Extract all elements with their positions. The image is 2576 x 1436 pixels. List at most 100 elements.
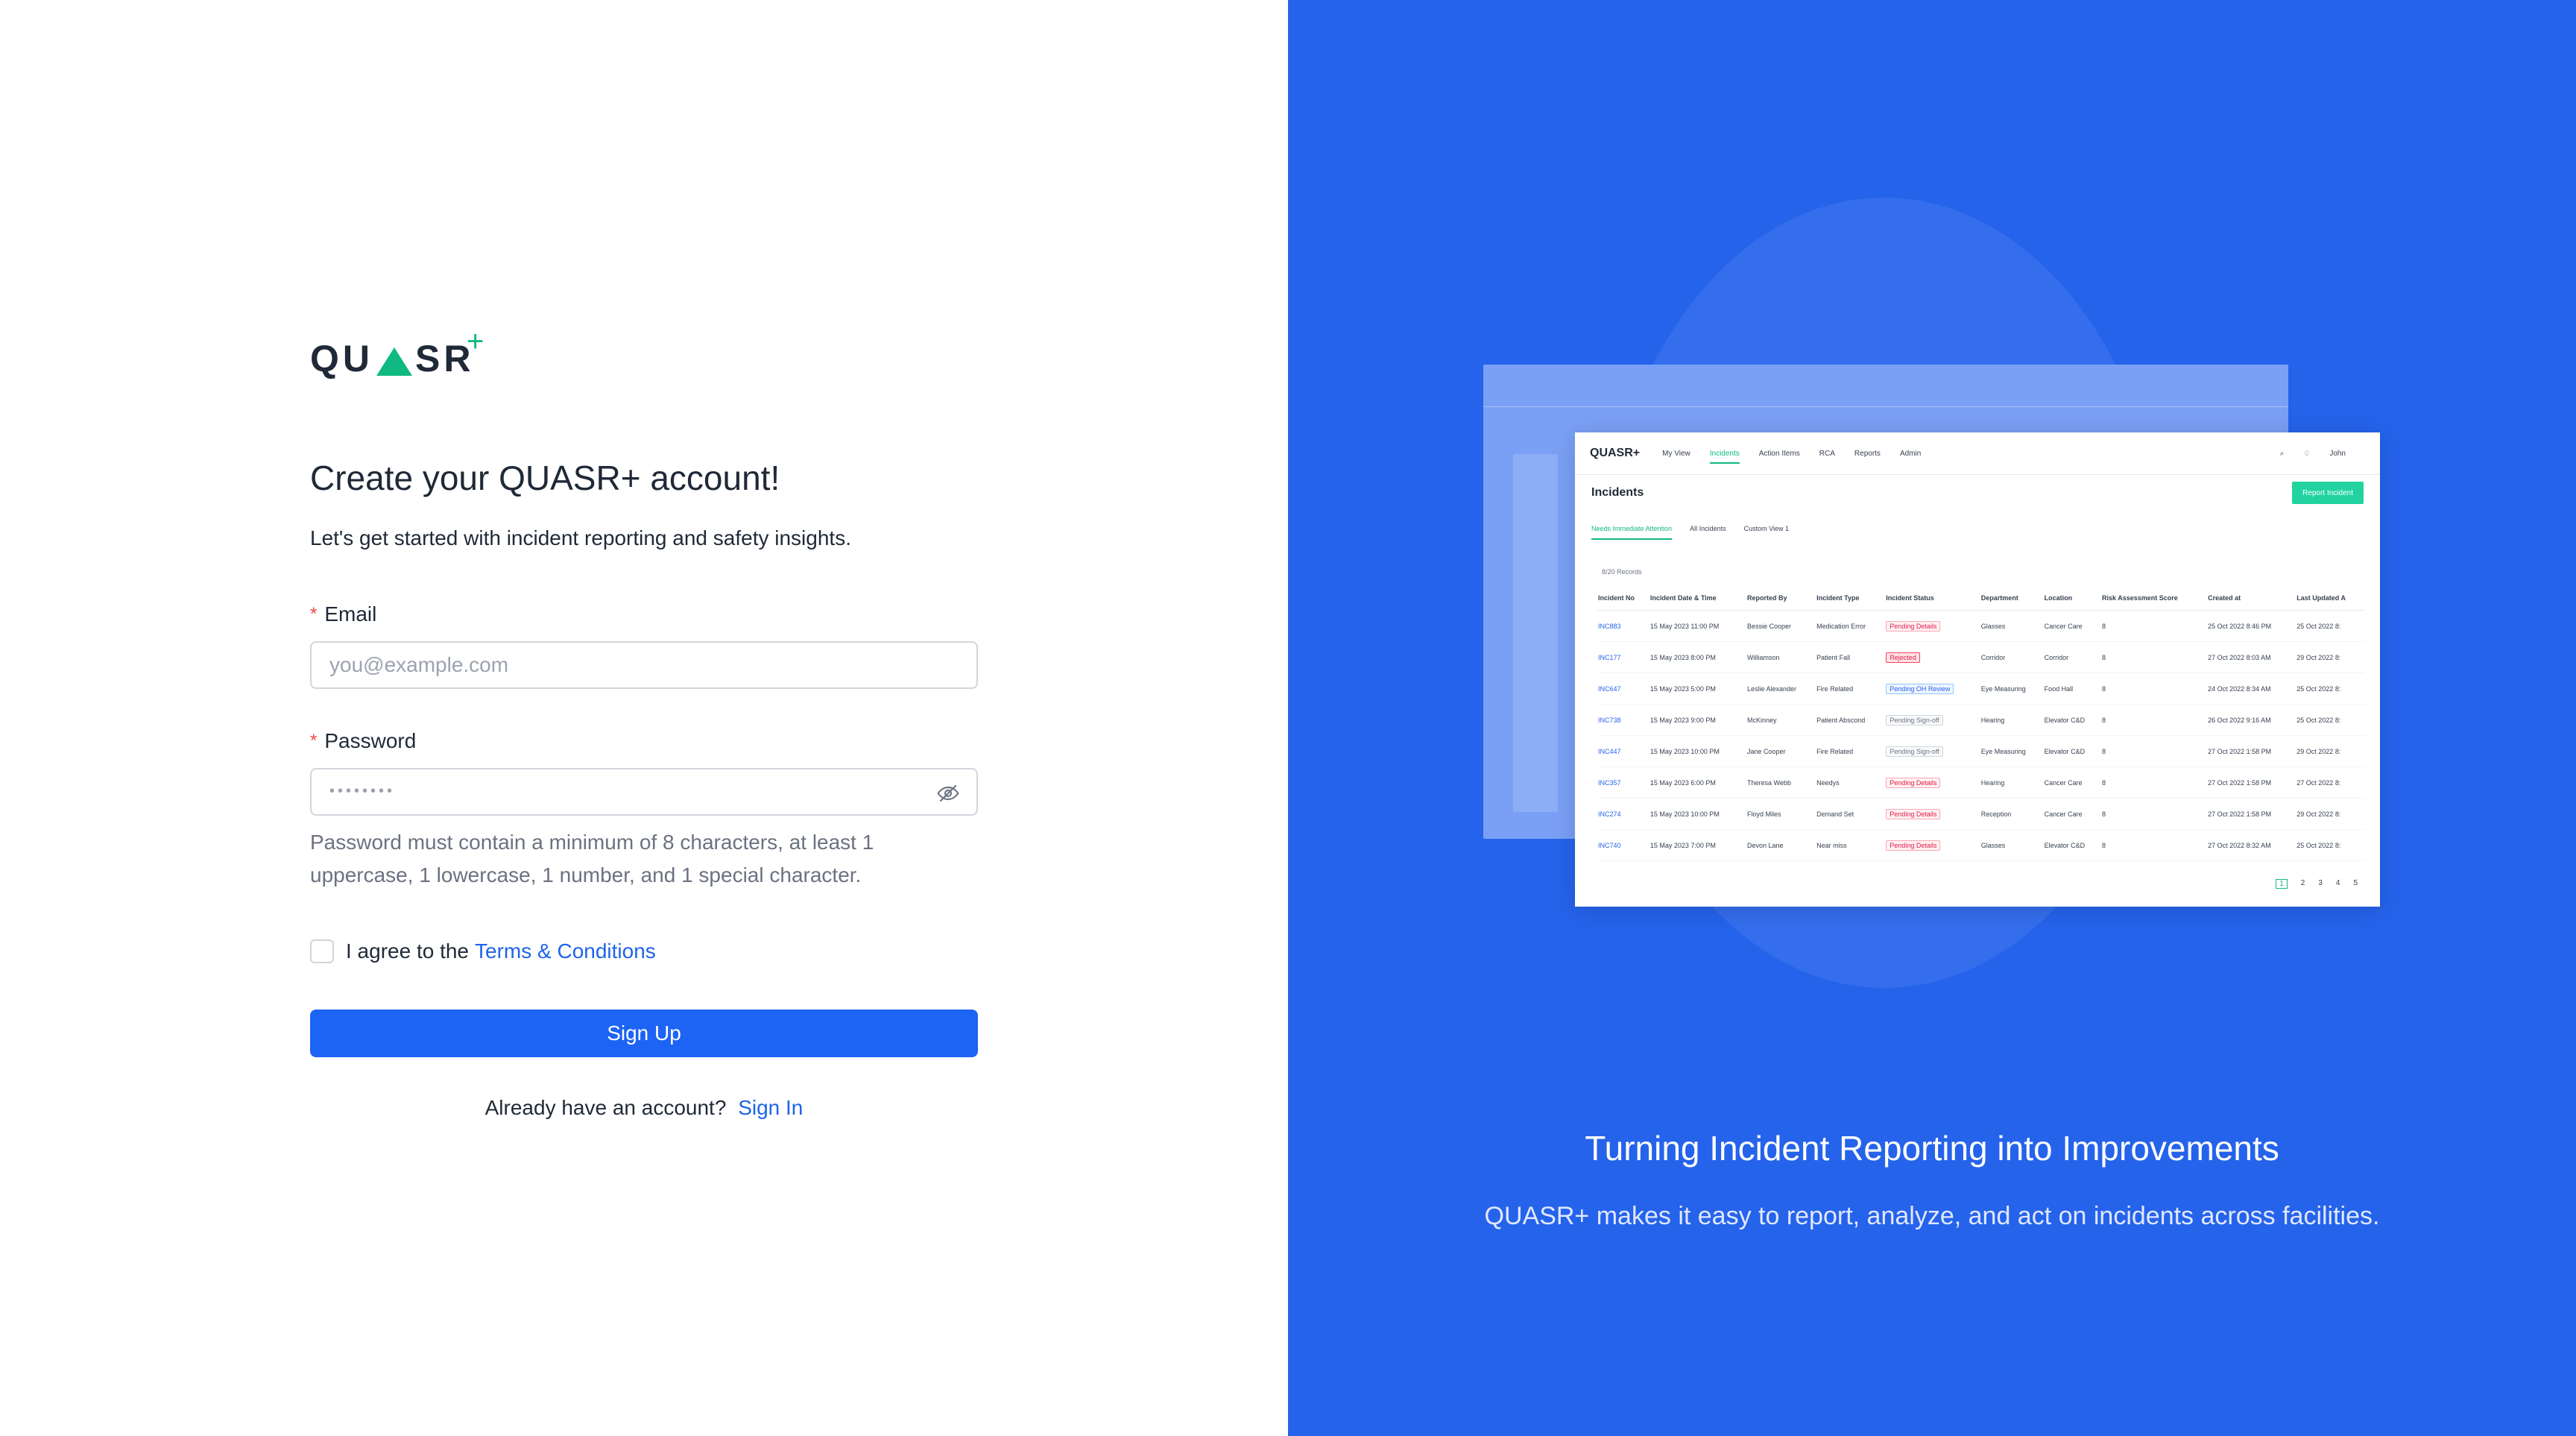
email-field-box	[310, 641, 978, 689]
preview-table-row: INC883 15 May 2023 11:00 PM Bessie Cooper M…	[1597, 610, 2365, 642]
preview-column-header: Incident No	[1597, 586, 1650, 611]
status-badge: Pending Details	[1886, 808, 1941, 819]
password-value: ••••••••	[329, 783, 396, 799]
preview-table-row: INC274 15 May 2023 10:00 PM Floyd Miles Dem…	[1597, 798, 2365, 830]
password-label: * Password	[310, 729, 417, 752]
preview-table-cell: Eye Measuring	[1980, 673, 2044, 705]
preview-column-header: Incident Date & Time	[1649, 586, 1746, 611]
preview-page-number: 3	[2318, 879, 2323, 887]
preview-table-cell: 27 Oct 2022 8:32 AM	[2207, 829, 2296, 861]
preview-table-cell: Fire Related	[1816, 735, 1886, 767]
password-hint: Password must contain a minimum of 8 cha…	[310, 831, 874, 887]
required-mark: *	[310, 731, 318, 751]
status-badge: Pending Details	[1886, 620, 1941, 632]
status-badge: Pending OH Review	[1886, 683, 1954, 694]
preview-table-cell: 25 Oct 2022 8:	[2296, 610, 2365, 642]
preview-table-cell: Patient Fall	[1816, 641, 1886, 673]
logo-triangle-icon	[376, 347, 412, 376]
preview-table-cell: Needys	[1816, 766, 1886, 799]
sign-up-button[interactable]: Sign Up	[310, 1010, 978, 1057]
password-field[interactable]: ••••••••	[310, 768, 978, 816]
preview-table-cell: Theresa Webb	[1746, 766, 1816, 799]
preview-table-cell: 29 Oct 2022 8:	[2296, 798, 2365, 830]
preview-table-cell: 29 Oct 2022 8:	[2296, 641, 2365, 673]
preview-column-header: Last Updated A	[2296, 586, 2365, 611]
eye-off-icon[interactable]	[936, 781, 960, 805]
status-badge: Pending Details	[1886, 777, 1941, 788]
signup-panel: QU SR + Create your QUASR+ account! Let's…	[0, 0, 1288, 1436]
preview-table-cell: INC647	[1597, 673, 1650, 705]
preview-table-cell: 27 Oct 2022 1:58 PM	[2207, 735, 2296, 767]
preview-table-cell: Bessie Cooper	[1746, 610, 1816, 642]
status-badge: Pending Sign-off	[1886, 714, 1943, 725]
preview-table-cell: Fire Related	[1816, 673, 1886, 705]
preview-bell-icon: ♢	[2303, 449, 2311, 458]
preview-table-cell: 27 Oct 2022 1:58 PM	[2207, 798, 2296, 830]
terms-agreement: I agree to the Terms & Conditions	[310, 939, 978, 963]
email-label: * Email	[310, 602, 377, 626]
preview-table-cell: 8	[2101, 610, 2208, 642]
preview-column-header: Created at	[2207, 586, 2296, 611]
preview-table-cell: 15 May 2023 5:00 PM	[1649, 673, 1746, 705]
preview-column-header: Department	[1980, 586, 2044, 611]
preview-table-cell: Eye Measuring	[1980, 735, 2044, 767]
preview-table-row: INC740 15 May 2023 7:00 PM Devon Lane Near …	[1597, 829, 2365, 861]
preview-pagination: 1 2 3 4 5	[2262, 879, 2358, 889]
preview-table-cell: 15 May 2023 6:00 PM	[1649, 766, 1746, 799]
preview-page-number: 1	[2276, 879, 2288, 889]
preview-column-header: Incident Status	[1885, 586, 1980, 611]
status-badge: Rejected	[1886, 652, 1920, 663]
page-subtitle: Let's get started with incident reportin…	[310, 526, 851, 549]
preview-tabs: Needs Immediate Attention All Incidents …	[1591, 525, 1807, 540]
preview-column-header: Incident Type	[1816, 586, 1886, 611]
preview-table-cell: INC738	[1597, 704, 1650, 736]
preview-table-cell: 24 Oct 2022 8:34 AM	[2207, 673, 2296, 705]
preview-table-cell: Glasses	[1980, 829, 2044, 861]
tagline-title: Turning Incident Reporting into Improvem…	[1585, 1129, 2279, 1168]
email-field[interactable]	[312, 643, 976, 687]
sign-in-prompt: Already have an account? Sign In	[484, 1096, 804, 1119]
status-badge: Pending Sign-off	[1886, 746, 1943, 757]
preview-table-cell: 15 May 2023 8:00 PM	[1649, 641, 1746, 673]
preview-table-cell: 27 Oct 2022 1:58 PM	[2207, 766, 2296, 799]
preview-search-icon: ⌕	[2279, 449, 2285, 458]
preview-table-cell: Corridor	[2043, 641, 2102, 673]
preview-table-cell: Food Hall	[2043, 673, 2102, 705]
preview-column-header: Location	[2043, 586, 2102, 611]
preview-table-cell: 8	[2101, 766, 2208, 799]
required-mark: *	[310, 604, 318, 624]
preview-table-cell: 15 May 2023 7:00 PM	[1649, 829, 1746, 861]
preview-table-row: INC447 15 May 2023 10:00 PM Jane Cooper Fir…	[1597, 735, 2365, 767]
preview-table-cell: Near miss	[1816, 829, 1886, 861]
preview-table-cell: 15 May 2023 11:00 PM	[1649, 610, 1746, 642]
preview-report-button: Report Incident	[2292, 482, 2364, 504]
tagline-subtitle: QUASR+ makes it easy to report, analyze,…	[1484, 1202, 2380, 1230]
terms-link[interactable]: Terms & Conditions	[475, 939, 656, 963]
preview-table-row: INC177 15 May 2023 8:00 PM Williamson Patie…	[1597, 641, 2365, 673]
preview-table-cell: 8	[2101, 641, 2208, 673]
sign-in-link[interactable]: Sign In	[738, 1096, 803, 1119]
preview-records: 8/20 Records	[1602, 568, 1642, 576]
preview-table-cell: Cancer Care	[2043, 766, 2102, 799]
preview-table-row: INC738 15 May 2023 9:00 PM McKinney Patient…	[1597, 704, 2365, 736]
preview-column-header: Risk Assessment Score	[2101, 586, 2208, 611]
preview-table-cell: Demand Set	[1816, 798, 1886, 830]
preview-table-cell: Hearing	[1980, 766, 2044, 799]
preview-table-cell: McKinney	[1746, 704, 1816, 736]
preview-table-cell: Cancer Care	[2043, 798, 2102, 830]
preview-screen: QUASR+ My View Incidents Action Items RC…	[1575, 432, 2380, 907]
preview-table-cell: Devon Lane	[1746, 829, 1816, 861]
logo-plus-icon: +	[467, 325, 488, 358]
preview-table-cell: 15 May 2023 10:00 PM	[1649, 798, 1746, 830]
terms-checkbox[interactable]	[310, 939, 334, 963]
signup-form: QU SR + Create your QUASR+ account! Let's…	[310, 325, 978, 1120]
preview-table-row: INC647 15 May 2023 5:00 PM Leslie Alexande…	[1597, 673, 2365, 705]
status-badge: Pending Details	[1886, 840, 1941, 851]
preview-table-cell: INC274	[1597, 798, 1650, 830]
preview-table-cell: INC177	[1597, 641, 1650, 673]
preview-table-cell: Hearing	[1980, 704, 2044, 736]
preview-table-cell: INC447	[1597, 735, 1650, 767]
page-title: Create your QUASR+ account!	[310, 459, 780, 497]
preview-table-cell: INC883	[1597, 610, 1650, 642]
preview-logo: QUASR+	[1590, 447, 1641, 459]
